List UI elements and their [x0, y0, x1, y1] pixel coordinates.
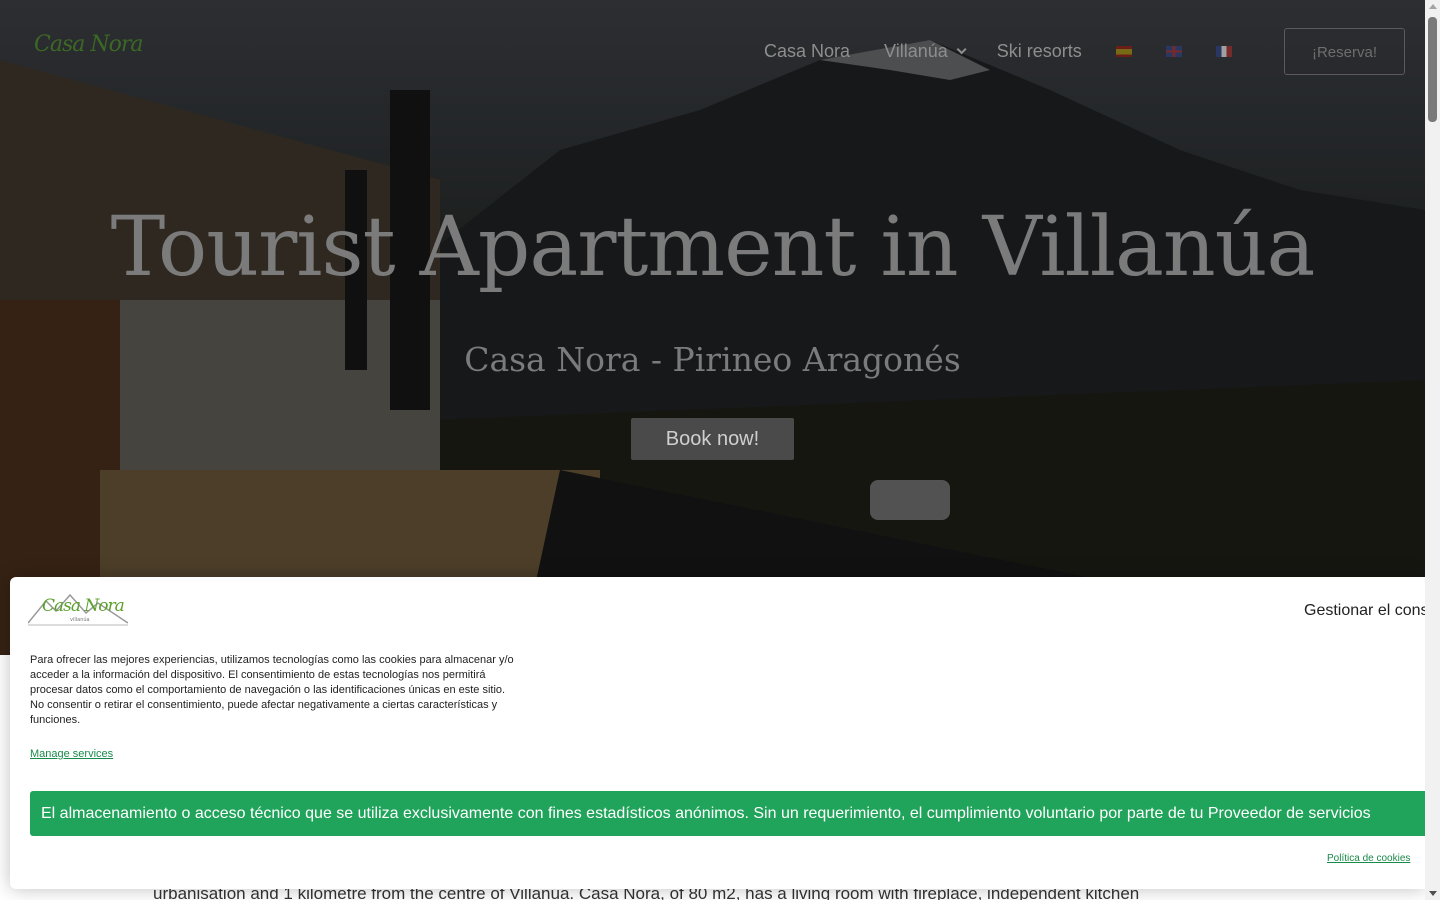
page-scrollbar[interactable] [1425, 0, 1440, 900]
reserve-button[interactable]: ¡Reserva! [1284, 28, 1405, 75]
hero-section: Casa Nora Casa Nora Villanúa Ski resorts… [0, 0, 1425, 655]
cookie-description: Para ofrecer las mejores experiencias, u… [30, 654, 514, 726]
hero-overlay [0, 0, 1425, 655]
cookie-logo-text: Casa Nora [42, 596, 125, 616]
nav-item-ski-resorts[interactable]: Ski resorts [997, 41, 1082, 62]
cookie-policy-link[interactable]: Política de cookies [1327, 853, 1410, 864]
nav-label: Villanúa [884, 40, 948, 61]
scroll-down-icon[interactable] [1429, 891, 1437, 896]
scroll-up-icon[interactable] [1429, 4, 1437, 9]
nav-item-casa-nora[interactable]: Casa Nora [764, 41, 850, 62]
nav-label: Ski resorts [996, 40, 1082, 61]
scroll-thumb[interactable] [1428, 17, 1437, 122]
cookie-consent-banner: Casa Nora villanúa Gestionar el consenti… [10, 577, 1425, 889]
hero-title: Tourist Apartment in Villanúa [110, 200, 1316, 295]
english-flag-icon[interactable] [1165, 45, 1182, 57]
site-logo[interactable]: Casa Nora [34, 32, 143, 57]
chevron-down-icon [956, 43, 967, 54]
main-nav: Casa Nora Villanúa Ski resorts [764, 38, 1266, 64]
hero-subtitle: Casa Nora - Pirineo Aragonés [464, 340, 961, 379]
cookie-logo-subtext: villanúa [70, 617, 90, 623]
spanish-flag-icon[interactable] [1115, 45, 1132, 57]
manage-services-link[interactable]: Manage services [30, 748, 113, 760]
statistics-info-box: El almacenamiento o acceso técnico que s… [30, 791, 1425, 836]
cookie-title: Gestionar el consentimiento [1304, 602, 1425, 619]
nav-item-villanua[interactable]: Villanúa [884, 40, 967, 62]
nav-label: Casa Nora [764, 40, 851, 61]
french-flag-icon[interactable] [1215, 45, 1232, 57]
book-now-button[interactable]: Book now! [631, 418, 794, 460]
cookie-logo: Casa Nora villanúa [27, 589, 129, 633]
